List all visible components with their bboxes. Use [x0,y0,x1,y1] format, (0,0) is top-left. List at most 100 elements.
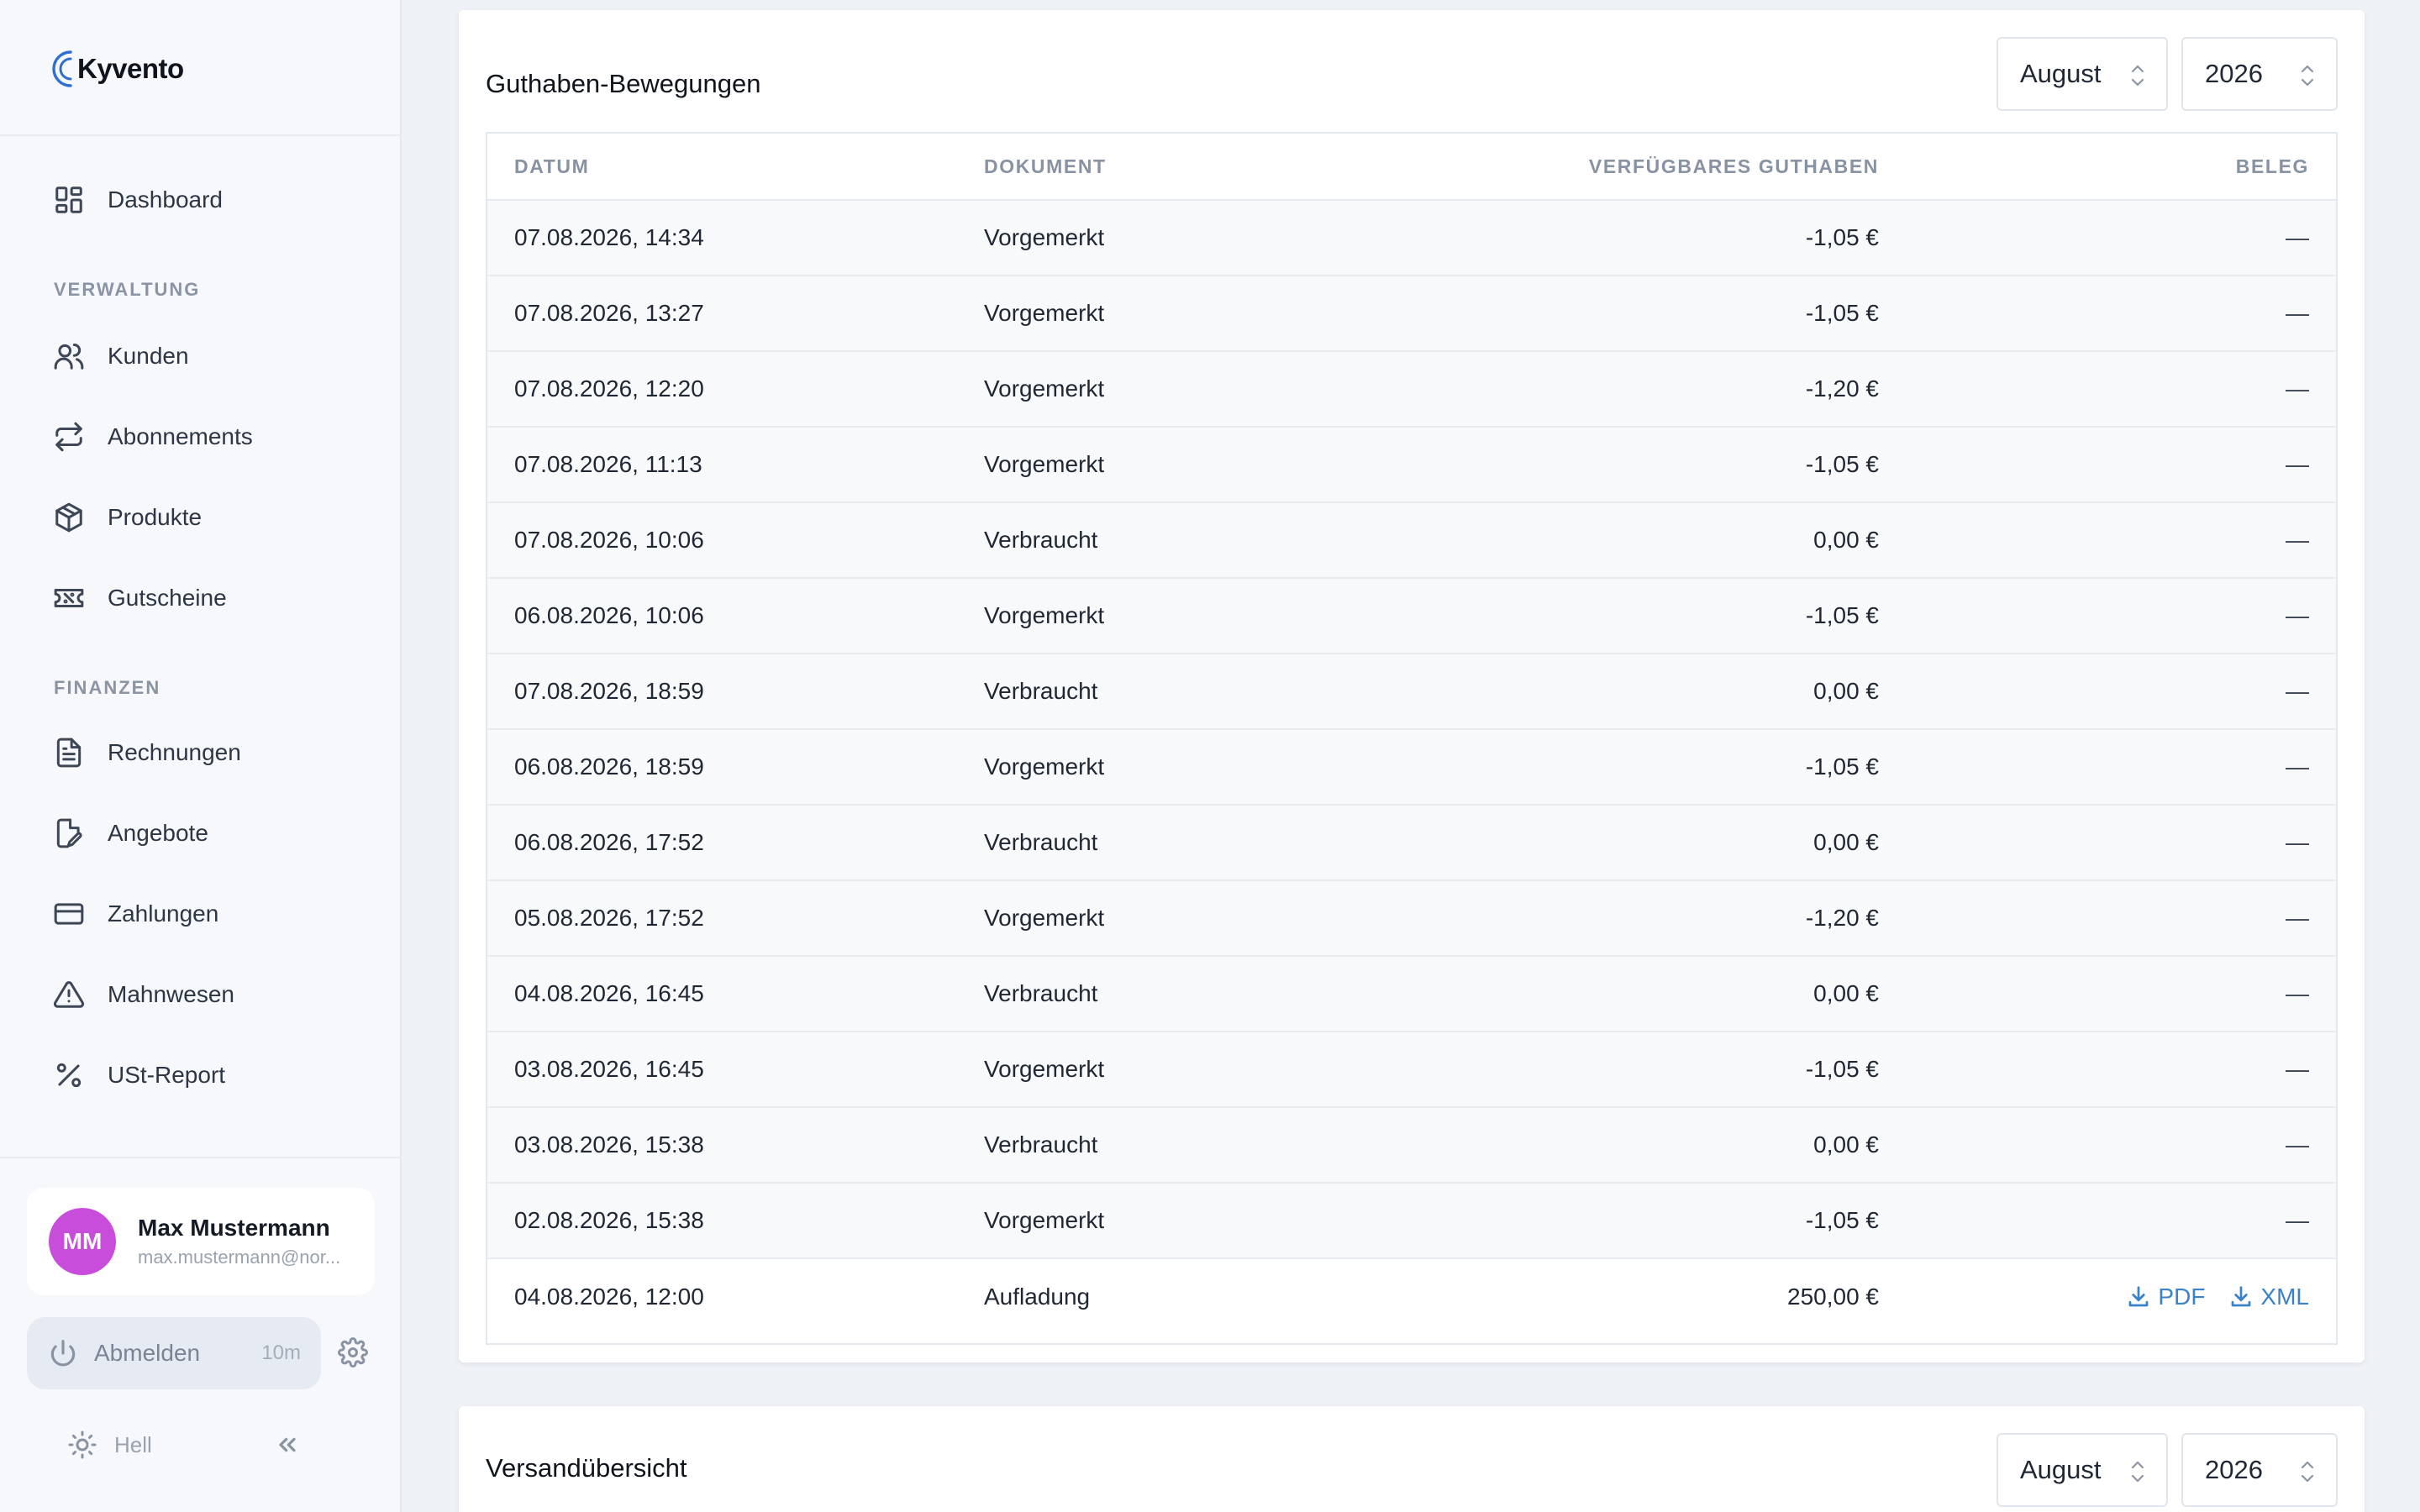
cell-document: Vorgemerkt [984,451,1105,477]
cell-amount: 0,00 € [1813,527,1879,553]
cell-receipt: — [2286,602,2309,628]
settings-button[interactable] [338,1337,368,1368]
brand-logo[interactable]: Kyvento [45,44,184,94]
year-select[interactable]: 2026 [2181,1433,2338,1507]
section-label-verwaltung: VERWALTUNG [54,279,201,300]
sidebar-item-ust-report[interactable]: USt-Report [52,1050,225,1100]
cell-receipt: — [2286,224,2309,250]
column-header-receipt[interactable]: BELEG [2236,155,2309,178]
year-select-value: 2026 [2205,59,2263,88]
collapse-sidebar-button[interactable] [274,1431,304,1462]
month-select-value: August [2020,59,2102,88]
cell-amount: 250,00 € [1787,1284,1879,1310]
sidebar-item-abonnements[interactable]: Abonnements [52,412,253,462]
cell-receipt: — [2286,678,2309,704]
column-header-balance[interactable]: VERFÜGBARES GUTHABEN [1589,155,1879,178]
power-icon [50,1340,76,1367]
cell-receipt: — [2286,1056,2309,1082]
user-card[interactable]: MM Max Mustermann max.mustermann@nor... [27,1188,375,1295]
download-xml-link[interactable]: XML [2228,1284,2309,1310]
cell-amount: -1,05 € [1805,1056,1879,1082]
download-pdf-link[interactable]: PDF [2126,1284,2205,1310]
cell-document: Aufladung [984,1284,1091,1310]
download-icon [2232,1286,2251,1307]
sidebar-item-dashboard[interactable]: Dashboard [52,175,223,225]
table-row: 07.08.2026, 13:27 Vorgemerkt -1,05 € — [487,276,2336,352]
cell-amount: 0,00 € [1813,980,1879,1006]
month-select[interactable]: August [1996,1433,2168,1507]
cell-amount: 0,00 € [1813,1131,1879,1158]
cell-document: Verbraucht [984,1131,1098,1158]
sidebar-item-zahlungen[interactable]: Zahlungen [52,889,218,939]
year-select-value: 2026 [2205,1455,2263,1484]
gear-icon [338,1337,368,1368]
cell-document: Vorgemerkt [984,602,1105,628]
cell-amount: -1,20 € [1805,905,1879,931]
table-row: 06.08.2026, 10:06 Vorgemerkt -1,05 € — [487,579,2336,654]
sidebar-item-gutscheine[interactable]: Gutscheine [52,573,227,623]
package-icon [52,501,86,534]
table-row: 07.08.2026, 18:59 Verbraucht 0,00 € — [487,654,2336,730]
cell-document: Vorgemerkt [984,905,1105,931]
cell-receipt: — [2286,1131,2309,1158]
sidebar-item-angebote[interactable]: Angebote [52,808,208,858]
repeat-icon [52,420,86,454]
cell-amount: 0,00 € [1813,829,1879,855]
ticket-icon [52,581,86,615]
credit-movements-table: DATUM DOKUMENT VERFÜGBARES GUTHABEN BELE… [486,132,2338,1345]
cell-document: Vorgemerkt [984,1056,1105,1082]
sidebar-item-label: Abonnements [108,423,253,449]
cell-amount: -1,05 € [1805,1207,1879,1233]
month-select-value: August [2020,1455,2102,1484]
cell-amount: -1,20 € [1805,375,1879,402]
cell-amount: -1,05 € [1805,224,1879,250]
cell-document: Vorgemerkt [984,300,1105,326]
section-label-finanzen: FINANZEN [54,677,161,698]
cell-receipt: — [2286,451,2309,477]
cell-document: Verbraucht [984,980,1098,1006]
theme-label: Hell [114,1431,152,1457]
cell-receipt: — [2286,905,2309,931]
month-select[interactable]: August [1996,37,2168,111]
cell-receipt: — [2286,753,2309,780]
logout-button[interactable]: Abmelden 10m [27,1317,321,1389]
sidebar-item-mahnwesen[interactable]: Mahnwesen [52,969,234,1020]
cell-date: 03.08.2026, 15:38 [514,1131,704,1158]
file-edit-icon [52,816,86,850]
chevron-up-down-icon [2299,62,2316,89]
table-row: 03.08.2026, 16:45 Vorgemerkt -1,05 € — [487,1032,2336,1108]
chevron-up-down-icon [2129,1458,2146,1485]
cell-date: 07.08.2026, 11:13 [514,451,702,477]
panel-title: Versandübersicht [486,1453,687,1483]
theme-toggle[interactable]: Hell [67,1430,152,1460]
session-timer: 10m [261,1341,301,1364]
column-header-date[interactable]: DATUM [514,155,589,178]
cell-date: 07.08.2026, 14:34 [514,224,704,250]
table-row: 04.08.2026, 16:45 Verbraucht 0,00 € — [487,957,2336,1032]
sidebar-item-kunden[interactable]: Kunden [52,331,189,381]
cell-date: 06.08.2026, 10:06 [514,602,704,628]
table-row: 07.08.2026, 14:34 Vorgemerkt -1,05 € — [487,201,2336,276]
users-icon [52,339,86,373]
table-row: 03.08.2026, 15:38 Verbraucht 0,00 € — [487,1108,2336,1184]
cell-receipt: — [2286,527,2309,553]
table-row: 04.08.2026, 12:00 Aufladung 250,00 € PDF… [487,1259,2336,1335]
cell-date: 07.08.2026, 12:20 [514,375,704,402]
sidebar-item-label: Rechnungen [108,739,241,765]
sidebar-item-label: USt-Report [108,1062,226,1088]
download-pdf-label: PDF [2158,1284,2206,1310]
cell-date: 07.08.2026, 18:59 [514,678,704,704]
chevron-up-down-icon [2299,1458,2316,1485]
cell-document: Vorgemerkt [984,375,1105,402]
sidebar-item-rechnungen[interactable]: Rechnungen [52,727,241,778]
table-row: 02.08.2026, 15:38 Vorgemerkt -1,05 € — [487,1184,2336,1259]
cell-receipt: — [2286,980,2309,1006]
table-header: DATUM DOKUMENT VERFÜGBARES GUTHABEN BELE… [487,134,2336,201]
table-row: 07.08.2026, 10:06 Verbraucht 0,00 € — [487,503,2336,579]
cell-date: 04.08.2026, 16:45 [514,980,704,1006]
cell-amount: -1,05 € [1805,300,1879,326]
year-select[interactable]: 2026 [2181,37,2338,111]
column-header-document[interactable]: DOKUMENT [984,155,1107,178]
cell-amount: -1,05 € [1805,602,1879,628]
sidebar-item-produkte[interactable]: Produkte [52,492,202,543]
